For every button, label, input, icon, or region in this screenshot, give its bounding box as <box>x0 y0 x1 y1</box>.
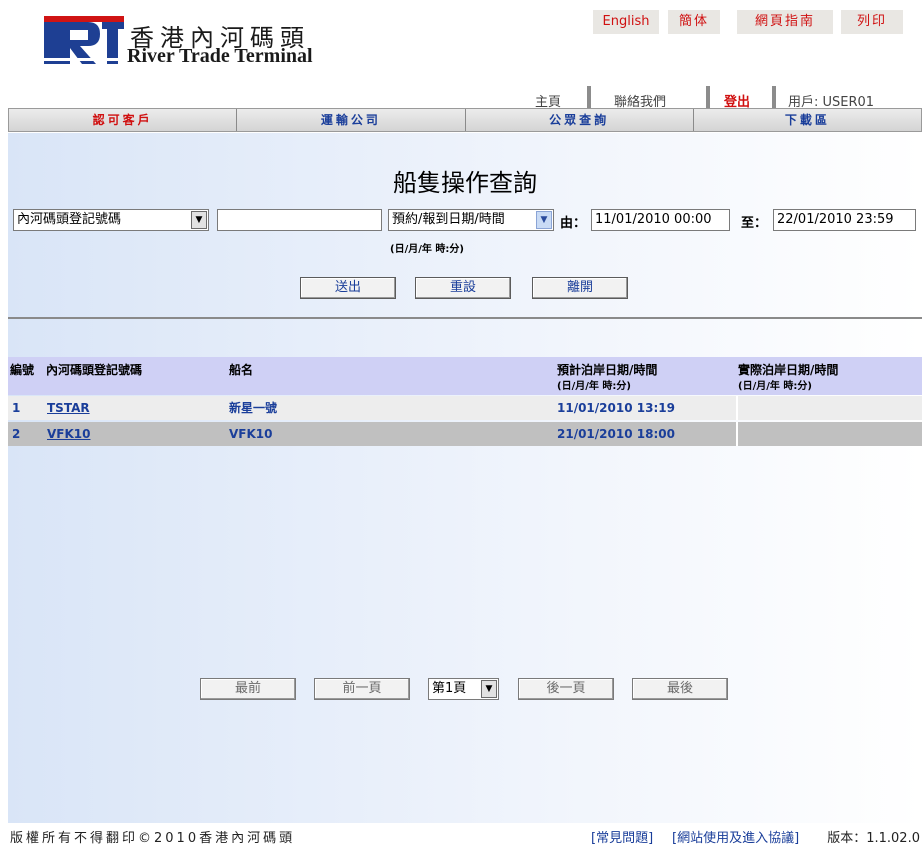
cell-no: 1 <box>12 401 21 415</box>
header: 香港內河碼頭 River Trade Terminal English 簡体 網… <box>0 0 922 110</box>
print-button[interactable]: 列印 <box>841 10 903 34</box>
to-label: 至： <box>741 216 768 231</box>
rtt-logo <box>44 16 124 64</box>
cell-vessel: VFK10 <box>229 427 273 441</box>
cell-vessel: 新星一號 <box>229 401 278 415</box>
faq-link[interactable]: [常見問題] <box>591 827 653 845</box>
results-table-header: 編號 內河碼頭登記號碼 船名 預計泊岸日期/時間 (日/月/年 時:分) 實際泊… <box>8 357 922 395</box>
col-header-eta-format: (日/月/年 時:分) <box>557 381 631 392</box>
cell-reg-no-link[interactable]: VFK10 <box>47 422 90 446</box>
simplified-chinese-button[interactable]: 簡体 <box>668 10 720 34</box>
next-page-button[interactable]: 後一頁 <box>518 678 614 700</box>
col-header-vessel: 船名 <box>229 363 254 377</box>
col-header-ata: 實際泊岸日期/時間 <box>738 363 839 377</box>
col-header-reg-no: 內河碼頭登記號碼 <box>46 363 143 377</box>
from-date-input[interactable]: 11/01/2010 00:00 <box>591 209 730 231</box>
page-select-value: 第1頁 <box>432 681 467 696</box>
page-title: 船隻操作查詢 <box>393 169 537 197</box>
nav-item-transport-companies[interactable]: 運輸公司 <box>237 109 466 131</box>
nav-separator <box>772 86 776 110</box>
search-keyword-input[interactable] <box>217 209 382 231</box>
english-button[interactable]: English <box>593 10 659 34</box>
leave-button[interactable]: 離開 <box>532 277 628 299</box>
column-divider <box>736 396 738 420</box>
table-row: 1 TSTAR 新星一號 11/01/2010 13:19 <box>8 396 922 420</box>
search-field-select[interactable]: 內河碼頭登記號碼 ▼ <box>13 209 209 231</box>
copyright-text: 版權所有不得翻印©2010香港內河碼頭 <box>10 831 296 845</box>
last-page-button[interactable]: 最後 <box>632 678 728 700</box>
chevron-down-icon: ▼ <box>536 211 552 229</box>
main-content: 船隻操作查詢 內河碼頭登記號碼 ▼ 預約/報到日期/時間 ▼ 由： 11/01/… <box>8 133 922 823</box>
nav-item-public-enquiry[interactable]: 公眾查詢 <box>466 109 694 131</box>
from-label: 由： <box>560 216 587 231</box>
cell-no: 2 <box>12 427 21 441</box>
cell-eta: 21/01/2010 18:00 <box>557 427 675 441</box>
date-type-select[interactable]: 預約/報到日期/時間 ▼ <box>388 209 554 231</box>
date-type-select-value: 預約/報到日期/時間 <box>392 212 505 227</box>
chevron-down-icon: ▼ <box>191 211 207 229</box>
col-header-ata-format: (日/月/年 時:分) <box>738 381 812 392</box>
terms-link[interactable]: [網站使用及進入協議] <box>672 827 799 845</box>
version-text: 版本：1.1.02.0 <box>827 831 920 845</box>
search-field-select-value: 內河碼頭登記號碼 <box>17 212 122 227</box>
nav-item-approved-clients[interactable]: 認可客戶 <box>9 109 238 131</box>
chevron-down-icon: ▼ <box>481 680 497 698</box>
column-divider <box>736 422 738 446</box>
cell-eta: 11/01/2010 13:19 <box>557 401 675 415</box>
divider <box>8 317 922 319</box>
nav-separator <box>706 86 710 110</box>
nav-separator <box>587 86 591 110</box>
cell-reg-no-link[interactable]: TSTAR <box>47 396 90 420</box>
to-date-input[interactable]: 22/01/2010 23:59 <box>773 209 916 231</box>
main-nav: 認可客戶 運輸公司 公眾查詢 下載區 <box>8 108 922 132</box>
first-page-button[interactable]: 最前 <box>200 678 296 700</box>
table-row: 2 VFK10 VFK10 21/01/2010 18:00 <box>8 422 922 446</box>
nav-item-downloads[interactable]: 下載區 <box>694 109 921 131</box>
brand-name-en: River Trade Terminal <box>127 45 313 67</box>
site-guide-button[interactable]: 網頁指南 <box>737 10 833 34</box>
submit-button[interactable]: 送出 <box>300 277 396 299</box>
reset-button[interactable]: 重設 <box>415 277 511 299</box>
footer: 版權所有不得翻印©2010香港內河碼頭 [常見問題] [網站使用及進入協議] 版… <box>0 823 922 845</box>
col-header-no: 編號 <box>10 363 35 377</box>
page-select[interactable]: 第1頁 ▼ <box>428 678 499 700</box>
prev-page-button[interactable]: 前一頁 <box>314 678 410 700</box>
col-header-eta: 預計泊岸日期/時間 <box>557 363 658 377</box>
date-format-hint: (日/月/年 時:分) <box>390 244 464 255</box>
